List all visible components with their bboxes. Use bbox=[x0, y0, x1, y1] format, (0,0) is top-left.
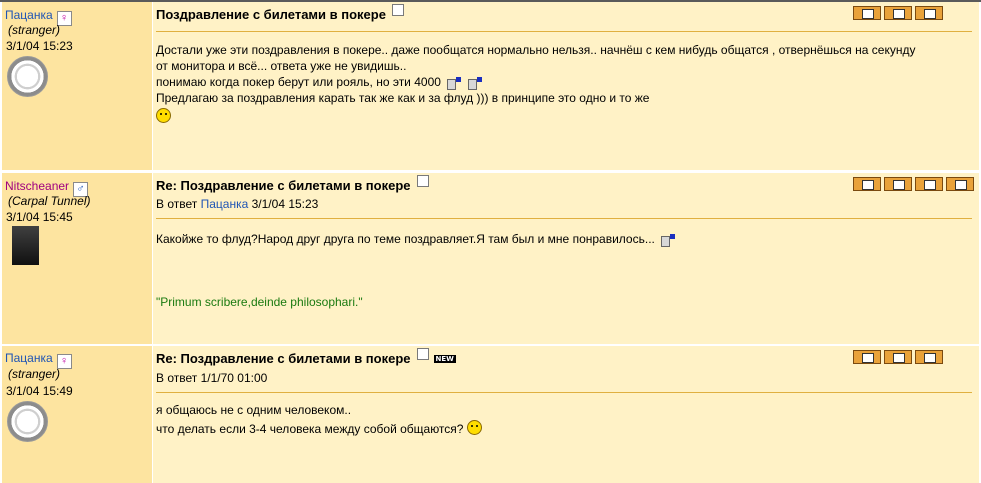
post-3-author-panel: Пацанка ♀ (stranger) 3/1/04 15:49 bbox=[2, 346, 152, 483]
thumbs-down-icon bbox=[447, 76, 462, 90]
post-3-user-status: (stranger) bbox=[8, 367, 61, 381]
post-2-reply-info: В ответ Пацанка 3/1/04 15:23 bbox=[156, 197, 319, 211]
reply-icon[interactable] bbox=[853, 350, 881, 364]
edit-icon[interactable] bbox=[946, 177, 974, 191]
new-badge: NEW bbox=[433, 355, 456, 363]
post-1-line-3: понимаю когда покер берут или рояль, но … bbox=[156, 74, 974, 90]
post-2-icon bbox=[416, 175, 429, 187]
print-icon[interactable] bbox=[884, 350, 912, 364]
post-1-user-status: (stranger) bbox=[8, 23, 61, 37]
reply-icon[interactable] bbox=[853, 177, 881, 191]
post-2-reply-user-link[interactable]: Пацанка bbox=[201, 197, 249, 211]
happy-smiley-icon bbox=[466, 420, 482, 435]
post-3-toolbar bbox=[853, 350, 943, 364]
post-1-line-2: от монитора и всё... ответа уже не увиди… bbox=[156, 59, 407, 73]
post-1-line-1: Достали уже эти поздравления в покере.. … bbox=[156, 43, 916, 57]
edit-icon[interactable] bbox=[915, 350, 943, 364]
post-3-content: Re: Поздравление с билетами в покере NEW … bbox=[153, 346, 979, 483]
sad-smiley-icon bbox=[156, 108, 171, 123]
post-3: Пацанка ♀ (stranger) 3/1/04 15:49 Re: Поз… bbox=[0, 346, 981, 483]
post-1-toolbar bbox=[853, 6, 943, 20]
quote-icon[interactable] bbox=[915, 177, 943, 191]
post-3-body: я общаюсь не с одним человеком.. что дел… bbox=[156, 402, 974, 437]
post-2-body: Какойже то флуд?Народ друг друга по теме… bbox=[156, 231, 974, 247]
post-2-line-1: Какойже то флуд?Народ друг друга по теме… bbox=[156, 231, 974, 247]
edit-icon[interactable] bbox=[915, 6, 943, 20]
post-3-icon bbox=[416, 348, 429, 360]
post-1-avatar bbox=[7, 56, 48, 97]
post-2-title: Re: Поздравление с билетами в покере bbox=[156, 175, 429, 193]
post-2: Nitscheaner ♂ (Carpal Tunnel) 3/1/04 15:4… bbox=[0, 173, 981, 344]
post-3-avatar bbox=[7, 401, 48, 442]
post-2-toolbar bbox=[853, 177, 974, 191]
post-1-title: Поздравление с билетами в покере bbox=[156, 4, 404, 22]
post-1-divider bbox=[156, 31, 972, 32]
post-3-username[interactable]: Пацанка ♀ bbox=[5, 351, 72, 369]
post-3-line-1: я общаюсь не с одним человеком.. bbox=[156, 403, 352, 417]
post-1-line-5 bbox=[156, 106, 974, 125]
post-1-line-4: Предлагаю за поздравления карать так же … bbox=[156, 91, 650, 105]
post-3-line-2: что делать если 3-4 человека между собой… bbox=[156, 418, 974, 437]
post-1-username[interactable]: Пацанка ♀ bbox=[5, 8, 72, 26]
post-2-signature: "Primum scribere,deinde philosophari." bbox=[156, 295, 363, 309]
post-1-icon bbox=[391, 4, 404, 16]
post-1-body: Достали уже эти поздравления в покере.. … bbox=[156, 42, 974, 125]
post-3-divider bbox=[156, 392, 972, 393]
post-2-divider bbox=[156, 218, 972, 219]
post-2-time: 3/1/04 15:45 bbox=[6, 210, 73, 224]
post-2-username[interactable]: Nitscheaner ♂ bbox=[5, 179, 89, 197]
post-3-reply-info: В ответ 1/1/70 01:00 bbox=[156, 371, 268, 385]
post-1-time: 3/1/04 15:23 bbox=[6, 39, 73, 53]
thumbs-down-icon bbox=[467, 76, 482, 90]
reply-icon[interactable] bbox=[853, 6, 881, 20]
post-2-author-panel: Nitscheaner ♂ (Carpal Tunnel) 3/1/04 15:4… bbox=[2, 173, 152, 344]
post-1-author-panel: Пацанка ♀ (stranger) 3/1/04 15:23 bbox=[2, 2, 152, 170]
post-2-user-status: (Carpal Tunnel) bbox=[8, 194, 91, 208]
print-icon[interactable] bbox=[884, 6, 912, 20]
post-3-time: 3/1/04 15:49 bbox=[6, 384, 73, 398]
post-2-content: Re: Поздравление с билетами в покере В о… bbox=[153, 173, 979, 344]
print-icon[interactable] bbox=[884, 177, 912, 191]
post-1: Пацанка ♀ (stranger) 3/1/04 15:23 Поздрав… bbox=[0, 2, 981, 170]
post-2-avatar bbox=[12, 226, 39, 265]
post-1-content: Поздравление с билетами в покере Достали… bbox=[153, 2, 979, 170]
thumbs-up-icon bbox=[661, 233, 676, 247]
post-3-title: Re: Поздравление с билетами в покере NEW bbox=[156, 348, 456, 366]
